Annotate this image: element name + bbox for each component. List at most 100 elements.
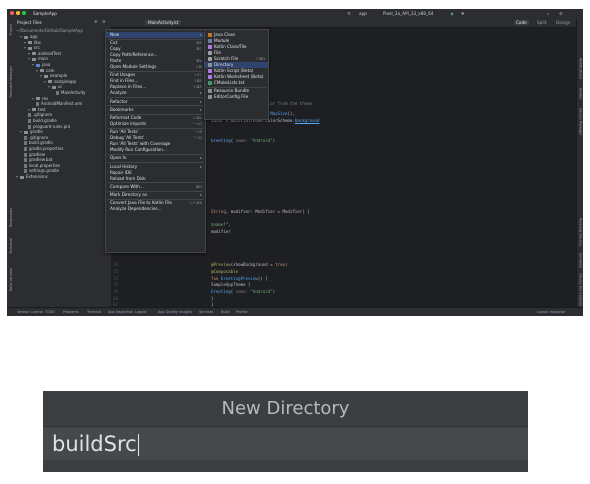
menu-item[interactable]: Reload from Disk xyxy=(106,176,205,182)
mode-split-button[interactable]: Split xyxy=(537,20,546,25)
menu-item[interactable]: Open Module Settings ↓⌘ xyxy=(106,64,205,70)
code-token: SampleAppTheme { xyxy=(211,282,251,288)
menu-item-label: New xyxy=(110,32,120,37)
menu-item[interactable]: Modify Run Configuration... xyxy=(106,147,205,153)
tree-item[interactable]: proguard-rules.pro xyxy=(24,124,70,129)
tool-bookmarks[interactable]: Bookmarks xyxy=(9,208,13,227)
mode-design-button[interactable]: Design xyxy=(556,20,570,25)
zoom-window-icon[interactable] xyxy=(22,11,26,15)
tree-item[interactable]: ▾ test xyxy=(28,107,46,112)
debug-icon[interactable]: ✱ xyxy=(461,11,465,16)
tool-resource-manager[interactable]: Resource Manager xyxy=(9,66,13,98)
status-tab[interactable]: Version Control xyxy=(17,310,43,314)
menu-item-label: Modify Run Configuration... xyxy=(110,147,167,153)
code-line: @Composable xyxy=(211,269,238,274)
status-tab[interactable]: Terminal xyxy=(87,310,101,314)
tree-root-path[interactable]: ~/Documents/GitHub/SampleApp xyxy=(16,28,83,33)
tree-item[interactable]: ▾ com xyxy=(36,68,55,73)
tool-running-devices[interactable]: Running Devices xyxy=(579,218,583,246)
tree-item[interactable]: ▾ java xyxy=(32,62,50,67)
status-tab[interactable]: Problems xyxy=(63,310,79,314)
menu-item[interactable]: CMakeLists.txt xyxy=(205,80,268,86)
line-number: 78 xyxy=(113,288,118,294)
run-config-selector[interactable]: app xyxy=(359,11,367,16)
tree-item[interactable]: gradlew xyxy=(20,152,45,157)
tool-build-variants[interactable]: Build Variants xyxy=(9,268,13,291)
tree-item[interactable]: MainActivity xyxy=(52,90,86,95)
code-line: $name!", xyxy=(211,222,231,227)
menu-item[interactable]: Analyze Dependencies... xyxy=(106,206,205,212)
menu-item[interactable]: Mark Directory as ▸ xyxy=(106,192,205,198)
menu-item[interactable]: Open In ▸ xyxy=(106,155,205,161)
status-tab[interactable]: Logcat xyxy=(135,310,146,314)
menu-item[interactable]: Analyze ▸ xyxy=(106,90,205,96)
editor-tab-mainactivity[interactable]: MainActivity.kt xyxy=(145,19,182,25)
tree-item[interactable]: build.gradle xyxy=(20,140,53,146)
tree-item[interactable]: AndroidManifest.xml xyxy=(32,101,82,107)
tree-item[interactable]: .gitignore xyxy=(24,112,52,118)
settings-icon[interactable]: ⚙ xyxy=(559,11,563,16)
gear-icon[interactable]: ⚙ xyxy=(102,19,106,24)
tree-item[interactable]: ▾ androidTest xyxy=(28,51,61,56)
tree-item[interactable]: gradle.properties xyxy=(20,146,63,151)
tree-item[interactable]: ▾ app xyxy=(20,34,38,39)
code-line: @Preview(showBackground = true) xyxy=(211,262,287,267)
tree-item[interactable]: local.properties xyxy=(20,163,60,168)
menu-item[interactable]: New ▸ xyxy=(106,32,205,38)
menu-item[interactable]: Compare With... ⌘D xyxy=(106,184,205,190)
tree-item[interactable]: ▾ main xyxy=(28,56,48,61)
hammer-icon[interactable]: ⚒ xyxy=(347,11,351,16)
status-tab[interactable]: Services xyxy=(199,310,213,314)
tree-item[interactable]: ▾ example xyxy=(40,73,67,78)
tree-item[interactable]: build.gradle xyxy=(24,118,57,123)
tree-item[interactable]: ▾ ui xyxy=(48,84,62,89)
chevron-right-icon: ▸ xyxy=(199,90,202,96)
project-name[interactable]: SampleApp xyxy=(33,11,57,16)
status-tab[interactable]: App Inspection xyxy=(108,310,133,314)
mode-code-button[interactable]: Code xyxy=(514,19,529,25)
code-token: !", xyxy=(223,221,231,227)
tool-gradle[interactable]: Gradle xyxy=(579,88,583,99)
tree-item-label: app xyxy=(30,34,38,39)
new-directory-dialog: New Directory buildSrc xyxy=(43,391,528,472)
tree-item[interactable]: gradlew.bat xyxy=(20,157,52,163)
run-icon[interactable]: ▶ xyxy=(451,11,454,16)
directory-name-input[interactable]: buildSrc xyxy=(43,427,528,460)
menu-item-label: Open In xyxy=(110,155,127,161)
directory-name-value[interactable]: buildSrc xyxy=(52,432,137,456)
folder-icon xyxy=(44,74,48,78)
layout-inspector-tab[interactable]: Layout Inspector xyxy=(537,310,565,314)
item-icon xyxy=(208,69,212,73)
menu-item[interactable]: EditorConfig File xyxy=(205,94,268,100)
tree-item[interactable]: ▾ sampleapp xyxy=(44,79,76,84)
device-selector[interactable]: Pixel_3a_API_33_x86_64 xyxy=(383,11,433,16)
tree-item[interactable]: ▾ libs xyxy=(24,40,41,45)
minimize-window-icon[interactable] xyxy=(16,11,20,15)
tool-device-manager[interactable]: Device Manager xyxy=(579,108,583,136)
tool-emulator[interactable]: Emulator xyxy=(579,253,583,268)
folder-icon xyxy=(28,46,32,50)
tree-item[interactable]: ▾ gradle xyxy=(20,129,43,134)
status-tab[interactable]: App Quality Insights xyxy=(158,310,192,314)
tree-item[interactable]: settings.gradle xyxy=(20,168,59,174)
menu-item-label: Optimize Imports xyxy=(110,121,147,126)
tool-project[interactable]: Project xyxy=(9,24,13,36)
status-tab[interactable]: Profiler xyxy=(236,310,248,314)
menu-item[interactable]: Refactor ▸ xyxy=(106,99,205,105)
menu-item-label: Analyze Dependencies... xyxy=(110,206,162,212)
project-view-selector[interactable]: Project Files xyxy=(17,20,42,25)
tree-item[interactable]: ▾ src xyxy=(24,45,40,50)
tree-item[interactable]: ▾ res xyxy=(32,96,48,101)
status-tab[interactable]: TODO xyxy=(45,310,55,314)
tree-item[interactable]: .gitignore xyxy=(20,135,48,140)
search-icon[interactable]: ⌕ xyxy=(547,11,549,16)
tool-notifications[interactable]: Notifications xyxy=(579,58,583,79)
status-tab[interactable]: Build xyxy=(221,310,230,314)
tool-structure[interactable]: Structure xyxy=(9,238,13,254)
tree-item[interactable]: ▾ Extensions xyxy=(16,174,48,179)
close-window-icon[interactable] xyxy=(10,11,14,15)
menu-item[interactable]: Bookmarks ▸ xyxy=(106,107,205,113)
menu-item[interactable]: Optimize Imports ^⌥O xyxy=(106,121,205,127)
tool-device-file-explorer[interactable]: Device File Explorer xyxy=(579,273,583,307)
collapse-icon[interactable]: ⊕ xyxy=(94,19,98,24)
